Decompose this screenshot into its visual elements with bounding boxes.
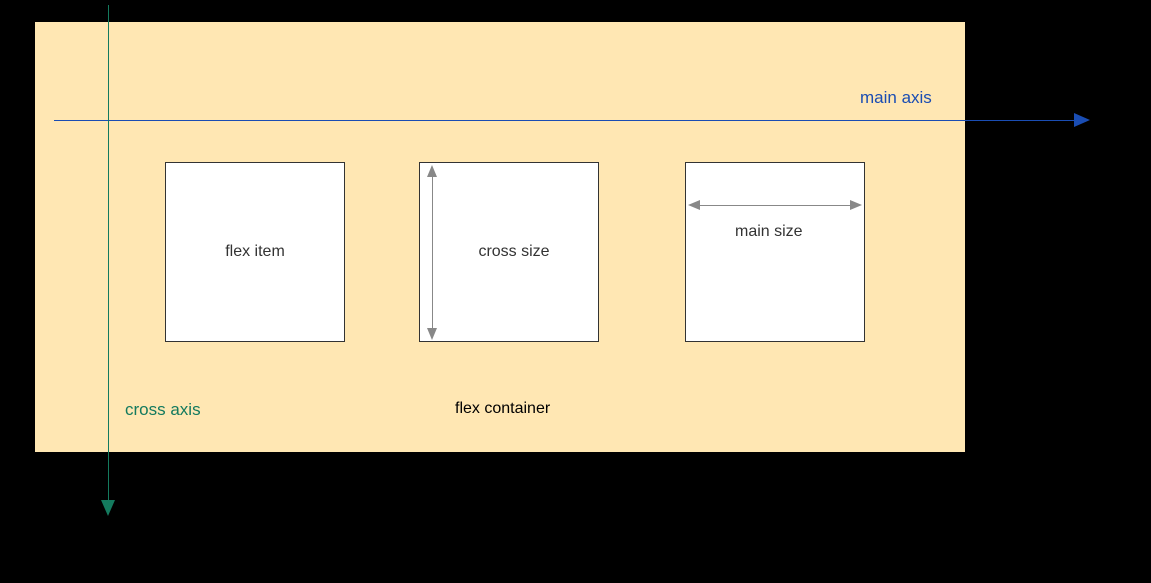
main-axis-arrow-icon [1074, 113, 1090, 127]
cross-axis-line [108, 5, 109, 510]
flex-item-2: cross size [419, 162, 599, 342]
arrow-right-icon [850, 200, 862, 210]
arrow-up-icon [427, 165, 437, 177]
cross-axis-label: cross axis [125, 400, 201, 420]
main-axis-label: main axis [860, 88, 932, 108]
flex-item-3 [685, 162, 865, 342]
flex-container-label: flex container [455, 400, 550, 418]
flex-item-1: flex item [165, 162, 345, 342]
main-axis-line [54, 120, 1084, 121]
cross-size-label: cross size [478, 243, 549, 261]
main-size-arrow-line [698, 205, 853, 206]
cross-size-arrow-line [432, 172, 433, 332]
arrow-left-icon [688, 200, 700, 210]
flex-item-1-label: flex item [225, 243, 285, 261]
cross-axis-arrow-icon [101, 500, 115, 516]
arrow-down-icon [427, 328, 437, 340]
main-size-label: main size [735, 223, 803, 241]
